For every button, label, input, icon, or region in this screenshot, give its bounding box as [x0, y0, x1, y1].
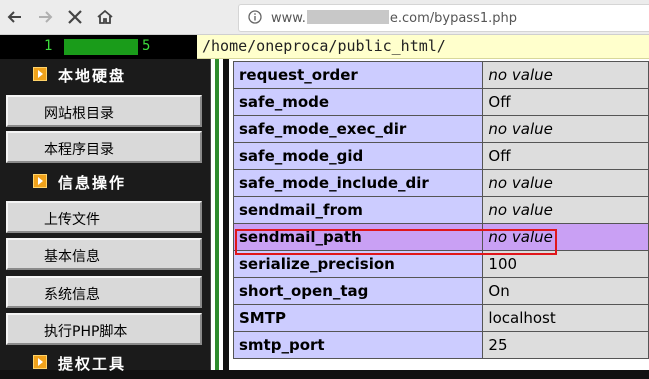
menu-basic-info[interactable]: 基本信息 [6, 238, 202, 270]
directive-value: no value [482, 223, 649, 251]
directive-name: sendmail_path [232, 223, 484, 251]
close-icon[interactable] [62, 4, 88, 30]
directive-value: 100 [482, 250, 649, 278]
info-icon[interactable] [248, 10, 262, 24]
directive-value: no value [482, 169, 649, 197]
directive-name: safe_mode [232, 88, 484, 116]
directive-name: serialize_precision [232, 250, 484, 278]
table-row: sendmail_path no value [232, 223, 649, 251]
host-label: 1 5 [0, 35, 195, 59]
table-row: short_open_tag On [232, 277, 649, 305]
folder-arrow-icon [33, 355, 47, 369]
url-suffix: e.com/bypass1.php [389, 11, 517, 26]
directive-value: 25 [482, 331, 649, 359]
directive-value: no value [482, 115, 649, 143]
section-info-ops[interactable]: 信息操作 [0, 168, 210, 198]
path-input[interactable]: /home/oneproca/public_html/ [197, 35, 649, 59]
address-bar[interactable]: www. e.com/bypass1.php [238, 4, 649, 32]
table-row: smtp_port 25 [232, 331, 649, 359]
php-config-table: request_order no value safe_mode Off safe_mo… [229, 59, 649, 370]
section-label: 本地硬盘 [58, 67, 127, 85]
host-end: 5 [142, 38, 151, 54]
directive-value: localhost [482, 304, 649, 332]
directive-name: safe_mode_include_dir [232, 169, 484, 197]
directive-value: Off [482, 142, 649, 170]
directive-name: sendmail_from [232, 196, 484, 224]
folder-arrow-icon [33, 67, 47, 81]
directive-value: no value [482, 61, 649, 89]
menu-site-root[interactable]: 网站根目录 [6, 95, 202, 127]
table-row: safe_mode_include_dir no value [232, 169, 649, 197]
menu-label: 系统信息 [44, 287, 100, 303]
menu-program-dir[interactable]: 本程序目录 [6, 131, 202, 163]
menu-system-info[interactable]: 系统信息 [6, 276, 202, 308]
directive-value: On [482, 277, 649, 305]
menu-label: 网站根目录 [44, 106, 114, 122]
table-row: safe_mode_gid Off [232, 142, 649, 170]
directive-name: safe_mode_exec_dir [232, 115, 484, 143]
folder-arrow-icon [33, 174, 47, 188]
url-text: www. e.com/bypass1.php [271, 10, 517, 26]
section-local-disk[interactable]: 本地硬盘 [0, 61, 210, 91]
table-row: safe_mode Off [232, 88, 649, 116]
browser-toolbar: www. e.com/bypass1.php [0, 0, 649, 35]
table-row: SMTP localhost [232, 304, 649, 332]
table-row: safe_mode_exec_dir no value [232, 115, 649, 143]
menu-upload-file[interactable]: 上传文件 [6, 201, 202, 233]
directive-name: SMTP [232, 304, 484, 332]
directive-name: smtp_port [232, 331, 484, 359]
table-row: serialize_precision 100 [232, 250, 649, 278]
back-icon[interactable] [2, 4, 28, 30]
directive-value: no value [482, 196, 649, 224]
forward-icon[interactable] [32, 4, 58, 30]
directive-name: short_open_tag [232, 277, 484, 305]
path-text: /home/oneproca/public_html/ [202, 37, 446, 55]
directive-value: Off [482, 88, 649, 116]
divider [211, 59, 223, 370]
directive-name: safe_mode_gid [232, 142, 484, 170]
table-row: sendmail_from no value [232, 196, 649, 224]
section-privilege-tools[interactable]: 提权工具 [0, 349, 210, 379]
url-prefix: www. [271, 11, 306, 26]
sidebar: 本地硬盘 网站根目录 本程序目录 信息操作 上传文件 基本信息 系统信息 执行P… [0, 59, 211, 373]
section-label: 提权工具 [58, 355, 127, 373]
menu-label: 基本信息 [44, 249, 100, 265]
menu-label: 执行PHP脚本 [44, 324, 128, 340]
menu-label: 本程序目录 [44, 142, 114, 158]
menu-exec-php[interactable]: 执行PHP脚本 [6, 313, 202, 345]
section-label: 信息操作 [58, 174, 127, 192]
table-row: request_order no value [232, 61, 649, 89]
menu-label: 上传文件 [44, 212, 100, 228]
directive-name: request_order [232, 61, 484, 89]
host-start: 1 [44, 38, 53, 54]
home-icon[interactable] [92, 4, 118, 30]
host-redaction [64, 39, 138, 55]
url-redaction [306, 10, 389, 24]
